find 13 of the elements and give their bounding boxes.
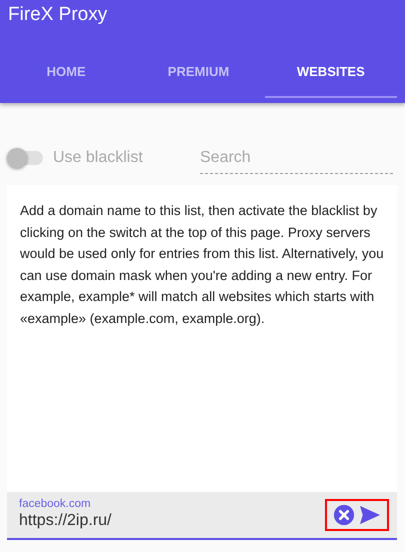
send-icon[interactable]: [359, 505, 381, 525]
tab[interactable]: HOME: [0, 44, 132, 98]
search-field[interactable]: Search: [200, 142, 393, 174]
blacklist-switch[interactable]: [7, 148, 43, 168]
tab[interactable]: WEBSITES: [264, 44, 397, 98]
tab[interactable]: PREMIUM: [132, 44, 265, 98]
switch-label: Use blacklist: [53, 149, 144, 167]
field-label: facebook.com: [19, 498, 92, 510]
clear-icon[interactable]: [333, 504, 355, 526]
app-title: FireX Proxy: [7, 3, 108, 27]
url-input[interactable]: https://2ip.ru/: [19, 510, 325, 532]
url-field[interactable]: facebook.com https://2ip.ru/: [7, 492, 397, 540]
help-text: Add a domain name to this list, then activate the blacklist by clicking on the switch at the top of this page. Proxy servers would be used only for entries from this list. Alternatively, you can use domain mask when you're adding a new entry. For example, example* will match all websites which starts with «example» (example.com, example.org).: [19, 202, 385, 328]
